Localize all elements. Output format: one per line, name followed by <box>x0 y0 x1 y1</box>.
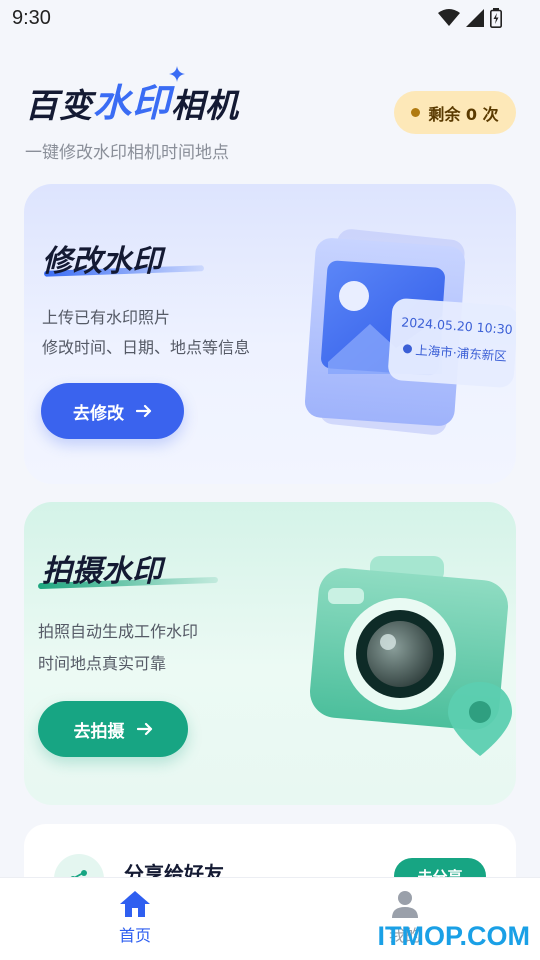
status-time: 9:30 <box>12 7 51 29</box>
go-shoot-label: 去拍摄 <box>73 721 125 742</box>
wifi-icon <box>438 9 460 26</box>
signal-icon <box>466 9 484 27</box>
app-title-part2: 水印 <box>93 66 186 127</box>
shoot-watermark-card[interactable]: 拍摄水印 拍照自动生成工作水印 时间地点真实可靠 去拍摄 <box>24 502 516 805</box>
app-title-part3: 相机 <box>171 86 240 125</box>
status-bar: 9:30 <box>0 0 540 38</box>
remaining-count-badge[interactable]: 剩余 0 次 <box>394 91 516 134</box>
go-shoot-button[interactable]: 去拍摄 <box>38 701 188 757</box>
go-edit-label: 去修改 <box>73 403 124 424</box>
edit-card-desc1: 上传已有水印照片 <box>42 308 171 327</box>
remaining-count-label: 剩余 0 次 <box>428 104 499 124</box>
shoot-card-desc1: 拍照自动生成工作水印 <box>38 622 199 641</box>
bottom-nav: 首页 我的 ITMOP.COM <box>0 877 540 960</box>
shoot-card-desc2: 时间地点真实可靠 <box>38 654 167 673</box>
app-subtitle: 一键修改水印相机时间地点 <box>25 143 229 163</box>
badge-dot-icon <box>411 108 421 117</box>
sparkle-icon <box>169 66 186 82</box>
battery-icon <box>490 8 502 28</box>
status-icons <box>438 8 502 28</box>
shoot-card-title: 拍摄水印 <box>42 554 162 589</box>
app-title: 百变 水印 相机 <box>25 66 240 127</box>
edit-card-title: 修改水印 <box>42 244 162 279</box>
user-icon <box>392 891 418 918</box>
nav-home-label: 首页 <box>118 926 151 945</box>
edit-card-desc2: 修改时间、日期、地点等信息 <box>42 338 251 357</box>
go-edit-button[interactable]: 去修改 <box>41 383 184 439</box>
arrow-right-icon <box>136 722 152 736</box>
app-title-part2-text: 水印 <box>93 81 172 125</box>
camera-illustration <box>309 556 512 756</box>
app-title-part1: 百变 <box>25 86 93 125</box>
home-icon <box>120 891 150 917</box>
edit-watermark-card[interactable]: 修改水印 上传已有水印照片 修改时间、日期、地点等信息 去修改 2024.05.… <box>24 184 516 484</box>
arrow-right-icon <box>136 404 152 418</box>
nav-home[interactable]: 首页 <box>85 890 185 946</box>
site-watermark: ITMOP.COM <box>377 921 530 951</box>
photo-edit-illustration: 2024.05.20 10:30 上海市·浦东新区 <box>304 229 516 435</box>
